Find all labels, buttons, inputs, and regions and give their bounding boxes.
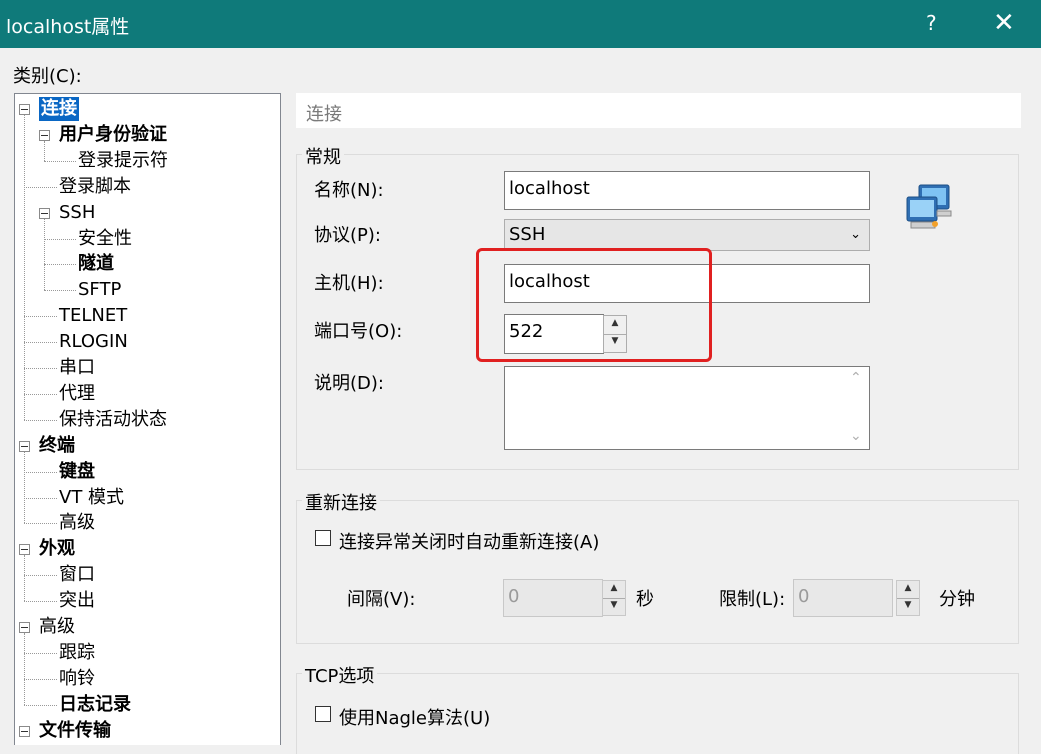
tree-connector <box>24 601 57 603</box>
spin-down-icon[interactable]: ▼ <box>603 598 625 615</box>
limit-label: 限制(L): <box>719 589 786 610</box>
tree-item[interactable]: 用户身份验证 <box>59 123 167 147</box>
tree-connector <box>24 451 25 524</box>
tree-item[interactable]: 保持活动状态 <box>59 408 167 432</box>
interval-label: 间隔(V): <box>347 589 416 610</box>
collapse-icon[interactable] <box>39 129 50 141</box>
category-label: 类别(C): <box>13 66 82 87</box>
tree-connector <box>24 393 57 395</box>
spin-up-icon[interactable]: ▲ <box>603 581 625 599</box>
name-input[interactable]: localhost <box>504 171 870 210</box>
tree-connector <box>24 555 25 602</box>
tree-item[interactable]: 日志记录 <box>59 693 131 717</box>
interval-unit: 秒 <box>636 589 654 610</box>
name-label: 名称(N): <box>314 180 384 201</box>
collapse-icon[interactable] <box>19 544 30 556</box>
collapse-icon[interactable] <box>19 440 30 452</box>
tree-connector <box>44 218 45 291</box>
tree-connector <box>24 575 57 577</box>
tree-connector <box>24 471 57 473</box>
tree-item[interactable]: SSH <box>59 201 95 225</box>
nagle-label: 使用Nagle算法(U) <box>339 708 491 729</box>
tree-connector <box>24 497 57 499</box>
tree-connector <box>44 140 45 161</box>
tree-item[interactable]: 键盘 <box>59 460 95 484</box>
tree-connector <box>24 342 57 344</box>
tree-item[interactable]: RLOGIN <box>59 330 128 354</box>
auto-reconnect-label: 连接异常关闭时自动重新连接(A) <box>339 532 600 553</box>
section-header: 连接 <box>296 93 1021 128</box>
tree-connector <box>24 368 57 369</box>
tree-item[interactable]: 窗口 <box>59 563 95 587</box>
description-scrollbar[interactable]: ⌃ ⌄ <box>846 368 868 448</box>
tree-item[interactable]: TELNET <box>59 304 127 328</box>
tree-connector <box>24 523 57 525</box>
tree-item[interactable]: 终端 <box>39 434 75 458</box>
tree-connector <box>24 678 57 680</box>
interval-input[interactable]: 0 <box>503 579 603 617</box>
protocol-select[interactable]: SSH ⌄ <box>504 219 870 251</box>
tree-connector <box>24 652 57 654</box>
limit-input[interactable]: 0 <box>793 579 893 617</box>
tree-item[interactable]: 文件传输 <box>39 719 111 743</box>
tree-connector <box>44 290 76 292</box>
tree-item[interactable]: VT 模式 <box>59 486 124 510</box>
protocol-label: 协议(P): <box>314 225 381 246</box>
tree-connector <box>24 115 25 420</box>
scroll-up-icon[interactable]: ⌃ <box>850 370 862 386</box>
spin-up-icon[interactable]: ▲ <box>897 581 919 599</box>
tree-item[interactable]: 登录脚本 <box>59 175 131 199</box>
description-textarea[interactable] <box>504 366 870 450</box>
collapse-icon[interactable] <box>39 207 50 219</box>
scroll-down-icon[interactable]: ⌄ <box>850 428 862 444</box>
tcp-group-label: TCP选项 <box>302 662 378 688</box>
nagle-checkbox[interactable] <box>315 706 331 722</box>
tree-item[interactable]: 安全性 <box>78 227 132 251</box>
tree-connector <box>24 704 57 706</box>
reconnect-group-label: 重新连接 <box>302 489 380 515</box>
help-button[interactable]: ? <box>926 11 937 35</box>
interval-spinner[interactable]: ▲ ▼ <box>602 580 626 616</box>
tree-item[interactable]: 高级 <box>39 615 75 639</box>
description-label: 说明(D): <box>314 373 384 394</box>
collapse-icon[interactable] <box>19 622 30 633</box>
reconnect-group <box>296 500 1019 644</box>
tree-connector <box>24 186 57 188</box>
tree-item[interactable]: 突出 <box>59 589 95 613</box>
tree-connector <box>44 160 76 162</box>
collapse-icon[interactable] <box>19 104 30 115</box>
window-title: localhost属性 <box>6 16 130 38</box>
tree-item[interactable]: 高级 <box>59 511 95 535</box>
tree-item[interactable]: 跟踪 <box>59 641 95 665</box>
tree-item[interactable]: 登录提示符 <box>78 149 168 173</box>
title-bar: localhost属性 ? ✕ <box>0 0 1041 48</box>
network-computers-icon <box>905 183 955 231</box>
host-label: 主机(H): <box>314 273 384 294</box>
auto-reconnect-checkbox[interactable] <box>315 530 331 546</box>
limit-unit: 分钟 <box>939 589 975 610</box>
general-group-label: 常规 <box>302 143 344 169</box>
chevron-down-icon: ⌄ <box>850 227 861 242</box>
tree-connector <box>44 264 76 266</box>
tree-item[interactable]: 隧道 <box>78 252 114 276</box>
port-label: 端口号(O): <box>314 321 403 342</box>
highlight-box <box>476 248 712 362</box>
tree-connector <box>24 419 57 421</box>
close-button[interactable]: ✕ <box>993 8 1015 38</box>
section-title: 连接 <box>306 104 342 125</box>
spin-down-icon[interactable]: ▼ <box>897 598 919 615</box>
collapse-icon[interactable] <box>19 725 30 737</box>
tree-connector <box>24 633 25 705</box>
tree-item[interactable]: 外观 <box>39 537 75 561</box>
limit-spinner[interactable]: ▲ ▼ <box>896 580 920 616</box>
tree-item[interactable]: 串口 <box>59 356 95 380</box>
category-tree[interactable]: 连接 用户身份验证 登录提示符 登录脚本 SSH 安全性 隧道 SFTP TELNET RLOGI… <box>14 93 281 745</box>
tree-connector <box>24 316 57 318</box>
tree-item[interactable]: 连接 <box>39 97 79 121</box>
tree-item[interactable]: SFTP <box>78 278 121 302</box>
tree-item[interactable]: 代理 <box>59 382 95 406</box>
tree-item[interactable]: 响铃 <box>59 667 95 691</box>
tree-connector <box>44 238 76 240</box>
protocol-value: SSH <box>509 224 546 245</box>
